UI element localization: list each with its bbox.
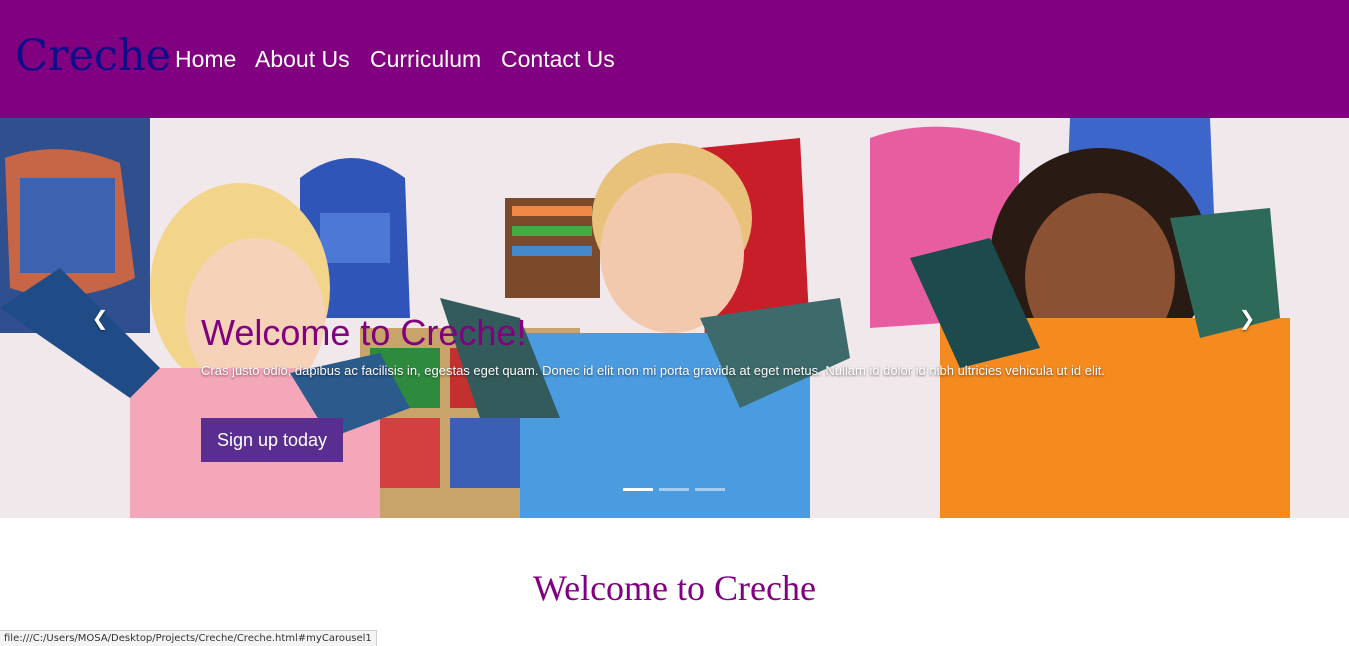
carousel-caption-title: Welcome to Creche! bbox=[201, 312, 527, 353]
welcome-heading: Welcome to Creche bbox=[533, 568, 816, 608]
nav-link-curriculum[interactable]: Curriculum bbox=[370, 44, 481, 74]
nav-link-about-us[interactable]: About Us bbox=[255, 44, 350, 74]
hero-carousel: ❮ ❯ Welcome to Creche! Cras justo odio, … bbox=[0, 118, 1349, 518]
nav-link-home[interactable]: Home bbox=[175, 44, 236, 74]
chevron-left-icon[interactable]: ❮ bbox=[85, 303, 115, 333]
brand-logo[interactable]: Creche bbox=[15, 30, 171, 82]
carousel-indicator-3[interactable] bbox=[695, 488, 725, 491]
sign-up-button[interactable]: Sign up today bbox=[201, 418, 343, 462]
nav-link-contact-us[interactable]: Contact Us bbox=[501, 44, 615, 74]
carousel-indicator-2[interactable] bbox=[659, 488, 689, 491]
navbar: Creche Home About Us Curriculum Contact … bbox=[0, 0, 1349, 118]
browser-status-url: file:///C:/Users/MOSA/Desktop/Projects/C… bbox=[0, 630, 377, 646]
carousel-indicator-1[interactable] bbox=[623, 488, 653, 491]
carousel-caption-text: Cras justo odio, dapibus ac facilisis in… bbox=[201, 363, 1105, 378]
chevron-right-icon[interactable]: ❯ bbox=[1232, 303, 1262, 333]
